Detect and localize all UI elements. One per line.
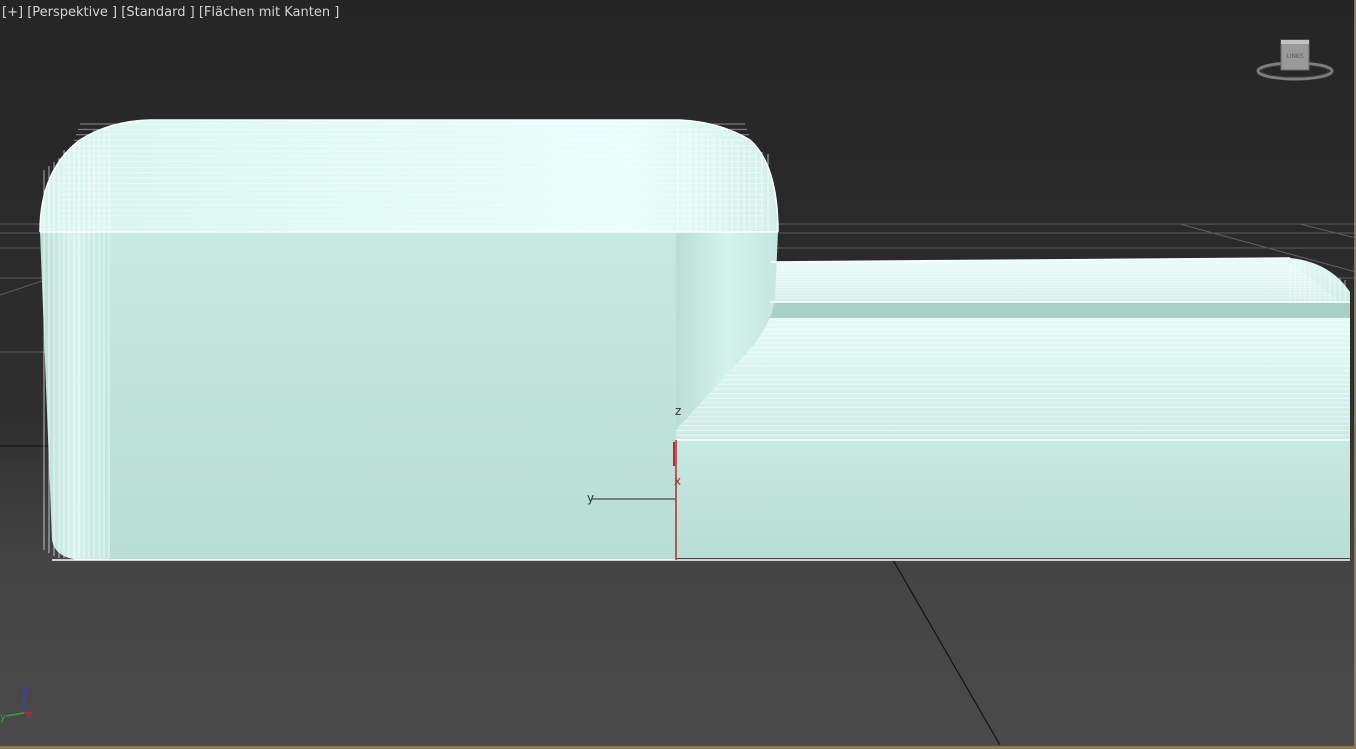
gizmo-z-label: z [675,404,681,418]
world-y-label: y [0,712,6,722]
viewport-label-menu: [+] [Perspektive ] [Standard ] [Flächen … [2,5,339,20]
viewport-display-menu[interactable]: [Flächen mit Kanten ] [199,5,339,20]
viewcube-face-label: LINKS [1286,53,1304,60]
world-z-label: z [23,685,28,696]
gizmo-x-label: x [674,474,681,488]
left-block-mesh [40,120,778,560]
viewcube-icon[interactable]: LINKS [1255,38,1335,84]
viewport-general-menu[interactable]: [+] [2,5,23,20]
viewport-point-of-view-menu[interactable]: [Perspektive ] [27,5,117,20]
perspective-viewport[interactable]: z y x [+] [Perspektive ] [Standard ] [Fl… [0,0,1356,749]
world-axis-tripod: z y x [0,685,32,722]
scene-canvas[interactable]: z y x [0,0,1356,749]
right-block-mesh [676,258,1350,558]
viewport-shading-menu[interactable]: [Standard ] [121,5,194,20]
gizmo-y-label: y [587,491,594,505]
world-y-axis [5,712,25,717]
world-x-label: x [26,710,32,721]
